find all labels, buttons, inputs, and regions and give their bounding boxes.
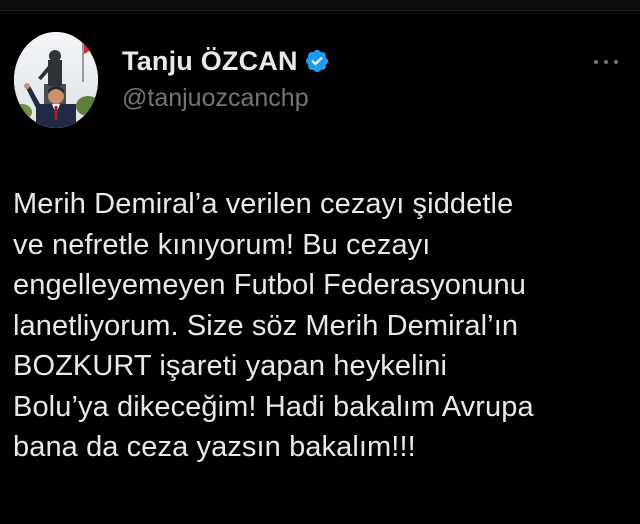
tweet-text-line: Merih Demiral’a verilen cezayı şiddetle: [13, 188, 514, 220]
tweet[interactable]: Tanju ÖZCAN @tanjuozcanchp Merih Demiral…: [0, 10, 640, 524]
tweet-text-line: engelleyemeyen Futbol Federasyonunu: [13, 269, 526, 301]
tweet-text-line: BOZKURT işareti yapan heykelini: [13, 350, 447, 382]
author-name-row: Tanju ÖZCAN: [122, 46, 330, 76]
verified-badge-icon: [304, 48, 330, 74]
avatar-image: [14, 32, 98, 128]
author-handle[interactable]: @tanjuozcanchp: [122, 84, 330, 113]
avatar[interactable]: [14, 32, 98, 128]
tweet-author: Tanju ÖZCAN @tanjuozcanchp: [122, 46, 330, 113]
more-options-icon[interactable]: [592, 56, 622, 68]
tweet-text-line: bana da ceza yazsın bakalım!!!: [13, 431, 416, 463]
tweet-text: Merih Demiral’a verilen cezayı şiddetle …: [13, 184, 628, 468]
tweet-text-line: Bolu’ya dikeceğim! Hadi bakalım Avrupa: [13, 390, 534, 423]
author-display-name[interactable]: Tanju ÖZCAN: [122, 46, 298, 77]
tweet-text-line: lanetliyorum. Size söz Merih Demiral’ın: [13, 309, 519, 342]
tweet-text-line: ve nefretle kınıyorum! Bu cezayı: [13, 228, 431, 261]
